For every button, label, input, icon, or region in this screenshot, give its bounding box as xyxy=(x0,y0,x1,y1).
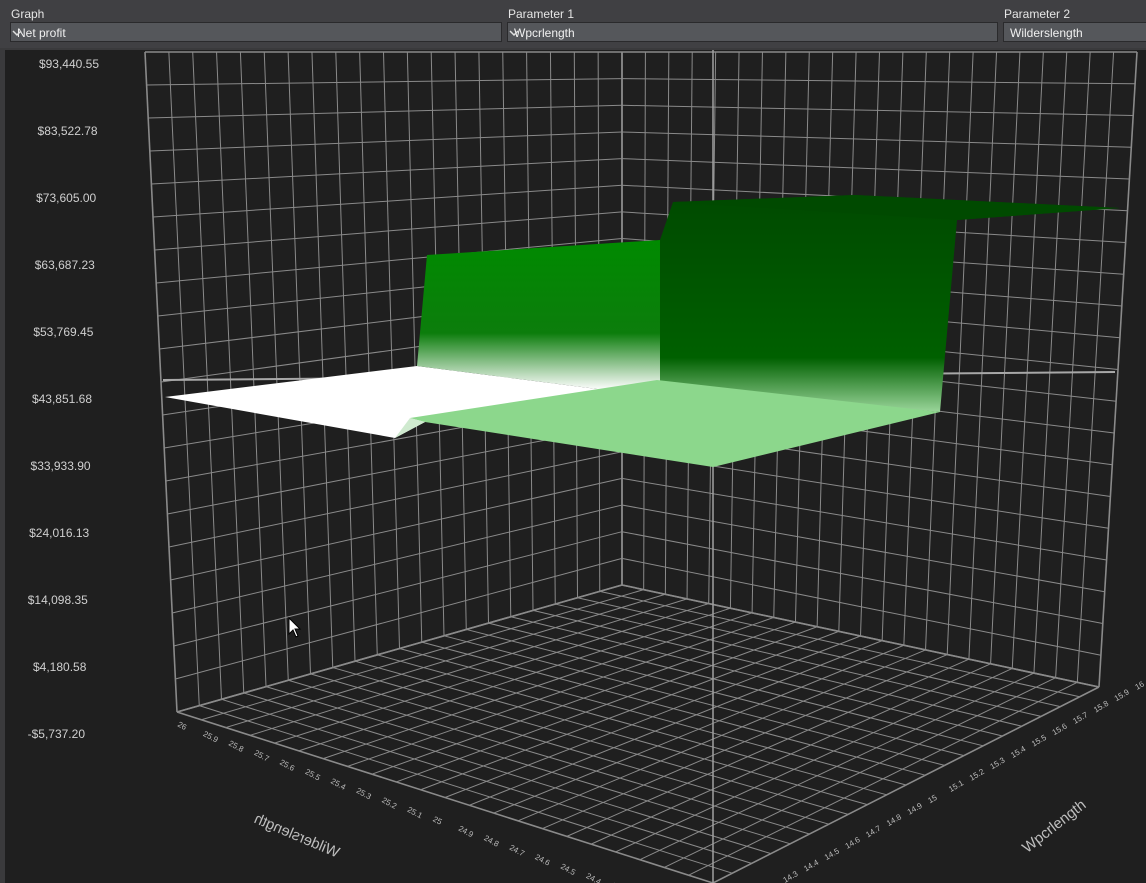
wilderslength-tick-label: 24.6 xyxy=(533,852,551,868)
parameter1-select[interactable]: Wpcrlength xyxy=(507,22,998,42)
grid-line xyxy=(712,686,1100,883)
grid-line xyxy=(249,598,688,736)
parameter1-label: Parameter 1 xyxy=(508,7,575,21)
wilderslength-tick-label: 25.2 xyxy=(380,796,398,812)
wpcrlength-tick-label: 15.1 xyxy=(947,778,965,794)
graph-select[interactable]: Net profit xyxy=(10,22,502,42)
z-axis-labels: $93,440.55 $83,522.78 $73,605.00 $63,687.23… xyxy=(28,57,100,741)
z-tick-label: $43,851.68 xyxy=(32,392,92,406)
grid-lines xyxy=(144,50,1138,883)
z-tick-label: $33,933.90 xyxy=(31,459,91,473)
parameter2-label: Parameter 2 xyxy=(1004,7,1071,21)
z-tick-label: -$5,737.20 xyxy=(28,727,86,741)
wilderslength-tick-label: 24.9 xyxy=(457,824,475,840)
grid-line xyxy=(371,621,796,775)
wpcrlength-tick-label: 14.5 xyxy=(823,846,841,862)
x-axis-title: Wpcrlength xyxy=(1019,796,1089,856)
wpcrlength-tick-label: 14.9 xyxy=(906,801,924,817)
grid-line xyxy=(621,477,1107,561)
graph-label: Graph xyxy=(11,7,45,21)
parameter1-field: Parameter 1 Wpcrlength xyxy=(507,6,998,42)
wilderslength-tick-label: 25.5 xyxy=(304,767,322,783)
wilderslength-tick-label: 25.3 xyxy=(355,786,373,802)
wpcrlength-tick-label: 15.3 xyxy=(989,755,1007,771)
wpcrlength-tick-label: 15.2 xyxy=(968,767,986,783)
wpcrlength-tick-label: 16 xyxy=(1134,679,1146,692)
chevron-down-icon xyxy=(509,30,519,37)
chart-area[interactable]: $93,440.55 $83,522.78 $73,605.00 $63,687.23… xyxy=(5,50,1146,883)
z-tick-label: $4,180.58 xyxy=(33,660,87,674)
z-tick-label: $14,098.35 xyxy=(28,593,88,607)
wilderslength-tick-label: 26 xyxy=(176,720,189,732)
wpcrlength-tick-label: 15.4 xyxy=(1009,744,1027,760)
wpcrlength-tick-label: 15.9 xyxy=(1113,687,1131,703)
wpcrlength-tick-label: 14.8 xyxy=(885,812,903,828)
wilderslength-tick-label: 24.5 xyxy=(559,862,577,878)
grid-line xyxy=(621,504,1105,593)
grid-line xyxy=(688,681,1078,876)
parameter2-select[interactable]: Wilderslength xyxy=(1003,22,1146,42)
wpcrlength-tick-label: 14.7 xyxy=(864,823,882,839)
wpcrlength-tick-label: 14.3 xyxy=(782,869,800,883)
parameter2-field: Parameter 2 Wilderslength xyxy=(1003,6,1146,42)
grid-line xyxy=(621,557,1101,656)
chevron-down-icon xyxy=(12,30,22,37)
grid-line xyxy=(274,603,709,744)
grid-line xyxy=(590,663,991,845)
wpcrlength-tick-label: 15.7 xyxy=(1071,710,1089,726)
wpcrlength-tick-label: 14.6 xyxy=(844,835,862,851)
parameter1-select-value: Wpcrlength xyxy=(514,26,575,40)
surface-mid-wall xyxy=(417,240,667,390)
z-tick-label: $53,769.45 xyxy=(33,325,93,339)
grid-line xyxy=(664,677,1056,868)
wilderslength-tick-label: 25.1 xyxy=(406,805,424,821)
surface-chart[interactable]: $93,440.55 $83,522.78 $73,605.00 $63,687.23… xyxy=(5,50,1146,883)
wilderslength-tick-label: 24.4 xyxy=(585,871,603,883)
z-tick-label: $83,522.78 xyxy=(38,124,98,138)
wpcrlength-tick-label: 15.5 xyxy=(1030,733,1048,749)
wilderslength-tick-label: 24.8 xyxy=(482,833,500,849)
wilderslength-tick-label: 25.6 xyxy=(278,758,296,774)
y-axis-title: Wilderslength xyxy=(252,810,342,861)
toolbar: Graph Net profit Parameter 1 Wpcrlength … xyxy=(0,0,1146,48)
grid-line xyxy=(639,672,1035,861)
z-tick-label: $63,687.23 xyxy=(35,258,95,272)
grid-line xyxy=(621,531,1103,624)
mouse-cursor-icon xyxy=(288,616,302,638)
parameter2-select-value: Wilderslength xyxy=(1010,26,1083,40)
wilderslength-tick-label: 25 xyxy=(431,815,444,827)
graph-field: Graph Net profit xyxy=(10,6,502,42)
wilderslength-tick-label: 25.7 xyxy=(253,748,271,764)
graph-select-value: Net profit xyxy=(17,26,66,40)
wilderslength-tick-label: 25.8 xyxy=(227,739,245,755)
z-tick-label: $93,440.55 xyxy=(39,57,99,71)
wilderslength-tick-label: 25.9 xyxy=(202,729,220,745)
surface-high-wall xyxy=(660,195,1120,412)
wilderslength-tick-label: 24.7 xyxy=(508,843,526,859)
z-tick-label: $24,016.13 xyxy=(29,526,89,540)
z-tick-label: $73,605.00 xyxy=(36,191,96,205)
wilderslength-tick-label: 25.4 xyxy=(329,777,347,793)
wpcrlength-tick-label: 15.8 xyxy=(1092,699,1110,715)
wpcrlength-tick-label: 15 xyxy=(926,793,939,806)
grid-line xyxy=(347,616,774,767)
wpcrlength-tick-label: 14.4 xyxy=(802,858,820,874)
grid-line xyxy=(176,584,623,713)
wpcrlength-tick-label: 15.6 xyxy=(1051,721,1069,737)
